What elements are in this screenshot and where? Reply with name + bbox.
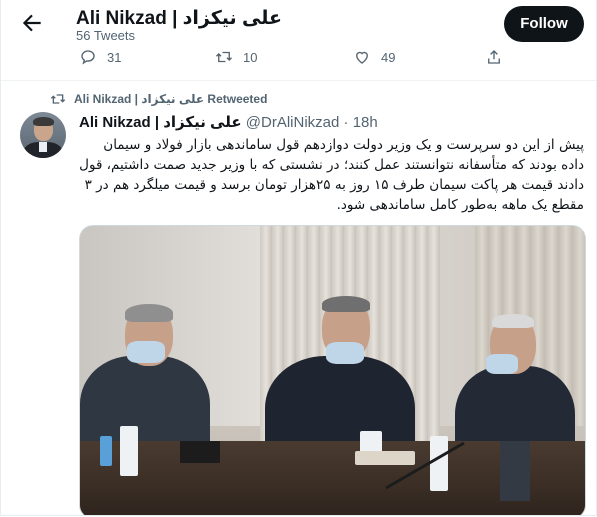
retweet-count: 10 bbox=[243, 49, 258, 65]
like-count: 49 bbox=[381, 49, 396, 65]
author-name[interactable]: Ali Nikzad | علی نیکزاد bbox=[79, 114, 242, 131]
reply-count: 31 bbox=[107, 49, 122, 65]
tweet-count: 56 Tweets bbox=[76, 28, 136, 43]
tweet-header: Ali Nikzad | علی نیکزاد @DrAliNikzad · 1… bbox=[79, 113, 378, 131]
share-icon bbox=[488, 50, 500, 64]
retweet-context-label: Ali Nikzad | علی نیکزاد Retweeted bbox=[74, 92, 268, 106]
retweet-button[interactable]: 10 bbox=[215, 46, 257, 68]
tweet-divider bbox=[1, 80, 596, 81]
back-arrow-icon bbox=[22, 14, 41, 32]
author-handle[interactable]: @DrAliNikzad bbox=[246, 114, 340, 131]
tweet-photo[interactable] bbox=[79, 225, 586, 515]
retweet-icon bbox=[216, 51, 232, 63]
reply-button[interactable]: 31 bbox=[79, 46, 121, 68]
retweet-icon bbox=[50, 94, 66, 104]
back-button[interactable] bbox=[19, 10, 45, 36]
previous-tweet-action-bar: 31 10 49 bbox=[1, 46, 596, 78]
profile-name: Ali Nikzad | علی نیکزاد bbox=[76, 8, 282, 29]
retweet-context[interactable]: Ali Nikzad | علی نیکزاد Retweeted bbox=[50, 91, 267, 107]
tweet-text: پیش از این دو سرپرست و یک وزیر دولت دواز… bbox=[79, 137, 584, 213]
follow-button[interactable]: Follow bbox=[504, 6, 584, 42]
profile-header: Ali Nikzad | علی نیکزاد 56 Tweets Follow bbox=[1, 0, 596, 46]
tweet-timestamp[interactable]: 18h bbox=[353, 114, 378, 131]
reply-icon bbox=[81, 50, 95, 65]
profile-timeline: Ali Nikzad | علی نیکزاد 56 Tweets Follow… bbox=[0, 0, 597, 516]
like-icon bbox=[356, 51, 368, 64]
like-button[interactable]: 49 bbox=[353, 46, 395, 68]
avatar[interactable] bbox=[20, 112, 66, 158]
share-button[interactable] bbox=[485, 46, 513, 68]
separator-dot: · bbox=[343, 114, 349, 131]
